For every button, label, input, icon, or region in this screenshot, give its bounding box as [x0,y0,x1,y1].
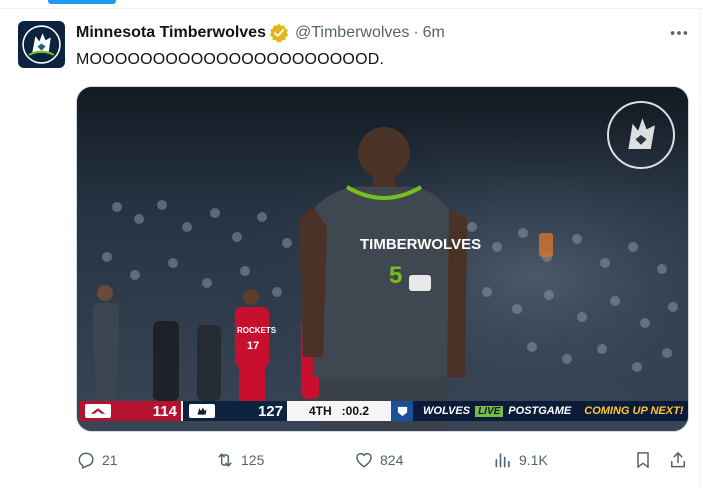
tweet-media-video[interactable]: TIMBERWOLVES 5 ROCKETS 17 114 127 4TH :0… [76,86,689,432]
views-icon [495,453,510,468]
handle[interactable]: @Timberwolves [295,24,409,42]
jersey-text: TIMBERWOLVES [360,236,481,253]
jersey-number: 5 [389,262,402,289]
top-divider [0,8,703,9]
like-button[interactable]: 824 [354,448,403,472]
active-tab-indicator [48,0,116,4]
timestamp[interactable]: 6m [423,24,445,42]
more-icon[interactable] [666,22,692,44]
home-team-score: 127 [183,401,287,421]
promo-team: WOLVES [423,405,471,417]
column-border [700,8,701,488]
opponent-jersey-number: 17 [247,340,259,352]
like-icon [356,452,372,468]
views-count: 9.1K [519,452,548,468]
views-button[interactable]: 9.1K [493,448,548,472]
timberwolves-logo-icon [22,25,61,64]
repost-button[interactable]: 125 [215,448,264,472]
away-score: 114 [152,402,177,420]
home-score: 127 [257,402,283,420]
bookmark-button[interactable] [633,448,653,472]
repost-icon [218,453,232,467]
game-clock: 4TH :00.2 [287,401,391,421]
reply-count: 21 [102,452,118,468]
avatar[interactable] [18,21,65,68]
repost-count: 125 [241,452,265,468]
game-scene-image: TIMBERWOLVES 5 ROCKETS 17 [77,87,688,431]
promo-show: POSTGAME [508,405,572,417]
share-button[interactable] [668,448,688,472]
wolves-watermark-icon [607,101,675,169]
separator-dot: · [413,24,419,41]
opponent-jersey-text: ROCKETS [237,326,277,335]
clock: :00.2 [341,404,370,418]
period: 4TH [308,404,332,418]
tweet-actions: 21 125 824 9.1K [0,448,703,472]
rockets-logo-icon [85,404,111,418]
wolves-logo-icon [189,404,215,418]
network-logo-icon [391,401,413,421]
postgame-promo: WOLVES LIVE POSTGAME COMING UP NEXT! [413,401,688,421]
promo-live: LIVE [475,405,504,417]
promo-next: COMING UP NEXT! [584,405,684,417]
bookmark-icon [637,452,649,468]
away-team-score: 114 [79,401,183,421]
display-name[interactable]: Minnesota Timberwolves [76,24,266,42]
tweet-header: Minnesota Timberwolves @Timberwolves · 6… [76,23,445,43]
verified-badge-icon[interactable] [269,23,289,43]
scorebug: 114 127 4TH :00.2 WOLVES LIVE POSTGAME C… [79,401,688,421]
reply-button[interactable]: 21 [76,448,118,472]
reply-icon [78,452,94,469]
share-icon [671,452,685,468]
like-count: 824 [380,452,404,468]
tweet-text: MOOOOOOOOOOOOOOOOOOOOOOD. [76,51,385,68]
